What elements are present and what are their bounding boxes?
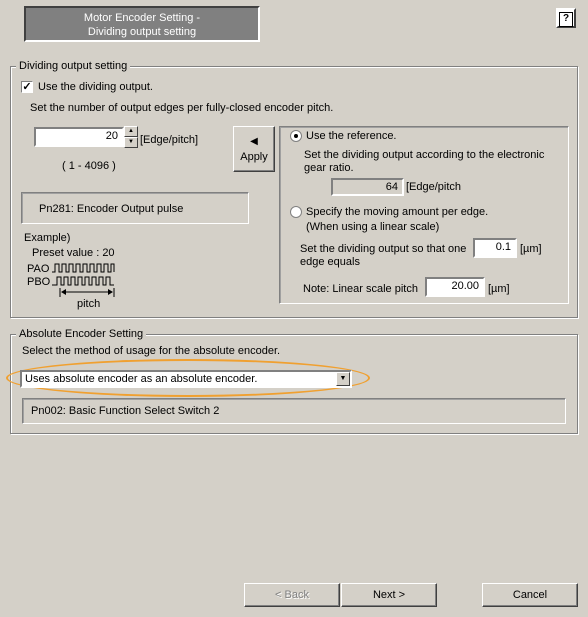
reference-unit: [Edge/pitch (406, 181, 462, 193)
reference-desc-2: gear ratio. (304, 162, 354, 174)
moving-amount-input[interactable]: 0.1 (473, 238, 517, 258)
absolute-encoder-selected: Uses absolute encoder as an absolute enc… (25, 373, 258, 385)
example-title: Example) (24, 232, 71, 244)
pn002-param-panel: Pn002: Basic Function Select Switch 2 (22, 398, 566, 424)
reference-value-field: 64 (331, 178, 404, 196)
pao-label: PAO (27, 263, 50, 275)
dividing-output-group-label: Dividing output setting (16, 60, 131, 72)
use-reference-label: Use the reference. (306, 130, 397, 142)
title-line-2: Dividing output setting (87, 26, 197, 38)
absolute-encoder-select[interactable]: Uses absolute encoder as an absolute enc… (20, 370, 352, 388)
linear-scale-pitch-input[interactable]: 20.00 (425, 277, 485, 297)
back-button[interactable]: < Back (244, 583, 340, 607)
use-dividing-checkbox[interactable]: ✓ (21, 81, 33, 93)
pao-waveform (52, 263, 115, 273)
title-line-1: Motor Encoder Setting - (83, 12, 201, 24)
edges-per-pitch-input[interactable]: 20 (34, 127, 124, 147)
edges-spinner[interactable]: ▲ ▼ (124, 126, 138, 148)
reference-desc-1: Set the dividing output according to the… (304, 149, 545, 161)
absolute-encoder-group-label: Absolute Encoder Setting (16, 328, 147, 340)
pitch-arrow-right (108, 289, 113, 295)
arrow-left-icon: ◀ (250, 136, 258, 147)
apply-button[interactable]: ◀ Apply (233, 126, 275, 172)
moving-desc-1: Set the dividing output so that one (300, 243, 467, 255)
moving-amount-unit: [µm] (520, 243, 542, 255)
absolute-instruction: Select the method of usage for the absol… (22, 345, 281, 357)
moving-desc-2: edge equals (300, 256, 360, 268)
edges-unit: [Edge/pitch] (140, 134, 199, 146)
cancel-button[interactable]: Cancel (482, 583, 578, 607)
spin-down-icon[interactable]: ▼ (124, 137, 138, 148)
chevron-down-icon[interactable]: ▼ (336, 372, 350, 386)
next-button[interactable]: Next > (341, 583, 437, 607)
spin-up-icon[interactable]: ▲ (124, 126, 138, 137)
dividing-instruction: Set the number of output edges per fully… (30, 102, 334, 114)
apply-label: Apply (240, 151, 268, 163)
use-dividing-label: Use the dividing output. (38, 81, 153, 93)
page-title: Motor Encoder Setting - Dividing output … (24, 6, 260, 42)
pn281-label: Pn281: Encoder Output pulse (39, 203, 184, 215)
example-preset: Preset value : 20 (32, 247, 115, 259)
linear-scale-note: Note: Linear scale pitch (303, 283, 418, 295)
pn002-label: Pn002: Basic Function Select Switch 2 (31, 405, 220, 417)
pitch-arrow-left (61, 289, 66, 295)
linear-scale-unit: [µm] (488, 283, 510, 295)
moving-amount-label: Specify the moving amount per edge. (306, 206, 489, 218)
pn281-param-panel: Pn281: Encoder Output pulse (21, 192, 249, 224)
edges-range: ( 1 - 4096 ) (62, 160, 116, 172)
pbo-label: PBO (27, 276, 51, 288)
moving-amount-radio[interactable] (290, 206, 302, 218)
use-reference-radio[interactable] (290, 130, 302, 142)
pitch-label: pitch (77, 298, 101, 310)
question-mark-icon: ? (559, 12, 573, 27)
help-button[interactable]: ? (556, 8, 576, 28)
moving-amount-sub: (When using a linear scale) (306, 221, 440, 233)
pbo-waveform (52, 276, 114, 286)
